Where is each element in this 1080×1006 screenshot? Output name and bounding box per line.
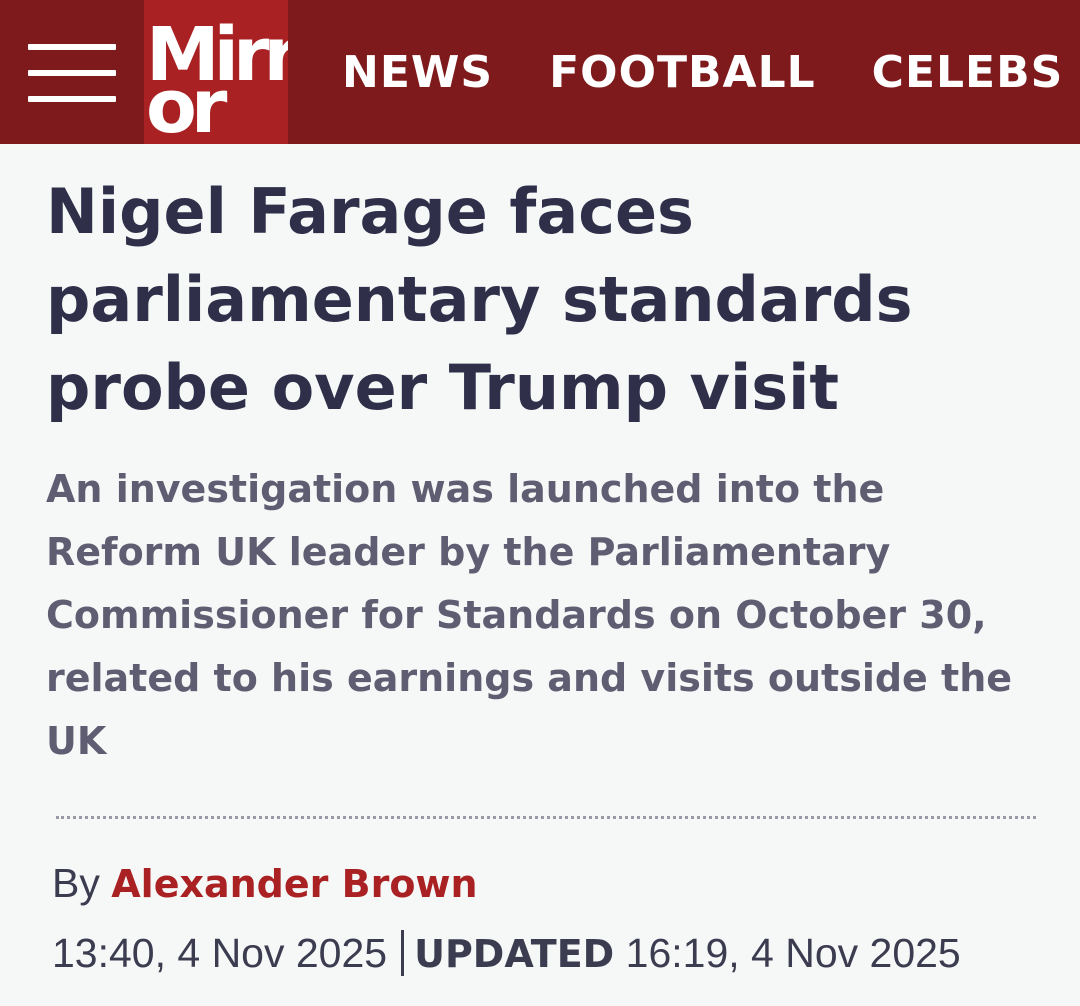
- nav-item-celebs[interactable]: CELEBS: [872, 47, 1064, 98]
- mirror-logo[interactable]: Mirr or: [144, 0, 288, 144]
- main-nav: NEWS FOOTBALL CELEBS: [342, 0, 1080, 144]
- hamburger-menu-icon[interactable]: [28, 40, 116, 106]
- menu-bar-middle: [28, 70, 116, 76]
- dotted-divider: [56, 816, 1036, 819]
- updated-time: 16:19, 4 Nov 2025: [625, 930, 961, 976]
- menu-bar-top: [28, 44, 116, 50]
- article-standfirst: An investigation was launched into the R…: [46, 467, 1013, 763]
- site-header: Mirr or NEWS FOOTBALL CELEBS: [0, 0, 1080, 144]
- article-headline: Nigel Farage faces parliamentary standar…: [46, 175, 913, 424]
- menu-bar-bottom: [28, 96, 116, 102]
- published-time: 13:40, 4 Nov 2025: [52, 930, 388, 976]
- author-link[interactable]: Alexander Brown: [111, 862, 477, 906]
- timestamp-separator: [401, 930, 405, 976]
- article-timestamps: 13:40, 4 Nov 2025 UPDATED 16:19, 4 Nov 20…: [52, 930, 961, 977]
- logo-text-line2: or: [146, 64, 227, 144]
- nav-item-news[interactable]: NEWS: [342, 47, 493, 98]
- byline-prefix: By: [52, 860, 100, 906]
- nav-item-football[interactable]: FOOTBALL: [549, 47, 816, 98]
- byline: By Alexander Brown: [52, 860, 478, 907]
- updated-label: UPDATED: [414, 932, 615, 976]
